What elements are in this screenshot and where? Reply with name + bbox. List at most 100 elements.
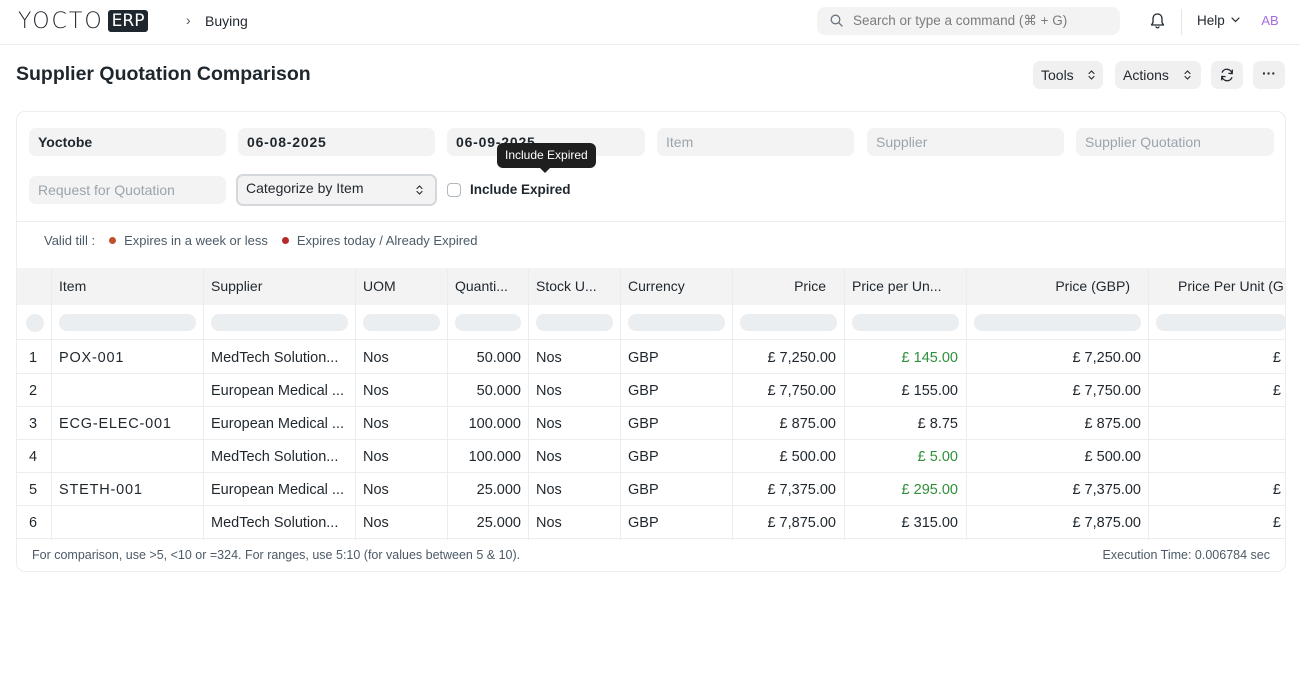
app-logo[interactable]: YOCTO ERP	[18, 8, 149, 34]
item-filter[interactable]: Item	[657, 128, 854, 156]
currency-cell: GBP	[628, 515, 659, 531]
stock-uom-column-filter[interactable]	[536, 314, 613, 331]
item-cell[interactable]: POX-001	[59, 341, 199, 374]
price-gbp-cell: £ 7,250.00	[1072, 350, 1141, 366]
table-row[interactable]: 4 MedTech Solution... Nos 100.000 Nos GB…	[17, 440, 1286, 473]
sort-arrows-icon	[1088, 70, 1095, 80]
column-header-currency[interactable]: Currency	[628, 268, 728, 305]
supplier-cell[interactable]: MedTech Solution...	[211, 506, 351, 539]
table-row[interactable]: 2 European Medical ... Nos 50.000 Nos GB…	[17, 374, 1285, 407]
week-indicator-dot	[109, 237, 117, 244]
supplier-filter[interactable]: Supplier	[867, 128, 1064, 156]
column-header-price-gbp[interactable]: Price (GBP)	[967, 268, 1130, 305]
execution-time: Execution Time: 0.006784 sec	[1102, 548, 1270, 562]
quantity-cell: 100.000	[468, 416, 521, 432]
supplier-cell[interactable]: MedTech Solution...	[211, 440, 351, 473]
price-per-unit-gbp-cell: £	[1148, 440, 1286, 473]
price-per-unit-column-filter[interactable]	[852, 314, 959, 331]
currency-column-filter[interactable]	[628, 314, 725, 331]
item-cell[interactable]: STETH-001	[59, 473, 199, 506]
chevron-down-icon[interactable]	[1231, 17, 1240, 23]
table-row[interactable]: 6 MedTech Solution... Nos 25.000 Nos GBP…	[17, 506, 1285, 539]
column-header-quantity[interactable]: Quanti...	[455, 268, 529, 305]
validity-legend: Valid till : Expires in a week or less E…	[44, 233, 478, 248]
search-placeholder: Search or type a command (⌘ + G)	[853, 13, 1068, 28]
uom-cell: Nos	[363, 449, 389, 465]
logo-text: YOCTO	[18, 8, 104, 34]
currency-cell: GBP	[628, 350, 659, 366]
from-date-filter[interactable]: 06-08-2025	[238, 128, 435, 156]
price-cell: £ 875.00	[779, 416, 836, 432]
table-row[interactable]: 5 STETH-001 European Medical ... Nos 25.…	[17, 473, 1285, 506]
price-per-unit-gbp-cell: £ 2	[1148, 473, 1285, 506]
search-input[interactable]: Search or type a command (⌘ + G)	[817, 7, 1120, 35]
price-per-unit-gbp-value: £ 1	[1272, 350, 1285, 366]
column-header-supplier[interactable]: Supplier	[211, 268, 351, 305]
stock-uom-cell: Nos	[536, 449, 562, 465]
legend-expired-label: Expires today / Already Expired	[296, 233, 478, 248]
price-gbp-cell: £ 7,750.00	[1072, 383, 1141, 399]
table-row[interactable]: 1 POX-001 MedTech Solution... Nos 50.000…	[17, 341, 1285, 374]
tools-button[interactable]: Tools	[1033, 61, 1103, 89]
supplier-cell[interactable]: European Medical ...	[211, 407, 351, 440]
search-icon	[830, 14, 843, 27]
item-column-filter[interactable]	[59, 314, 196, 331]
item-cell[interactable]	[59, 506, 199, 539]
column-header-uom[interactable]: UOM	[363, 268, 443, 305]
company-filter[interactable]: Yoctobe	[29, 128, 226, 156]
tools-label: Tools	[1041, 67, 1074, 83]
supplier-column-filter[interactable]	[211, 314, 348, 331]
refresh-button[interactable]	[1211, 61, 1243, 89]
include-expired-toggle[interactable]: Include Expired	[447, 182, 571, 197]
uom-column-filter[interactable]	[363, 314, 440, 331]
column-header-price[interactable]: Price	[733, 268, 826, 305]
price-per-unit-gbp-value: £	[1285, 416, 1286, 432]
report-card: Yoctobe 06-08-2025 06-09-2025 Item Suppl…	[16, 111, 1286, 572]
column-header-price-per-unit[interactable]: Price per Un...	[852, 268, 962, 305]
price-per-unit-gbp-column-filter[interactable]	[1156, 314, 1285, 331]
supplier-cell[interactable]: MedTech Solution...	[211, 341, 351, 374]
price-gbp-cell: £ 875.00	[1084, 416, 1141, 432]
price-per-unit-gbp-cell: £	[1148, 407, 1286, 440]
price-column-filter[interactable]	[740, 314, 837, 331]
from-date-value: 06-08-2025	[247, 134, 327, 150]
quantity-column-filter[interactable]	[455, 314, 521, 331]
navbar: YOCTO ERP › Buying Search or type a comm…	[0, 0, 1300, 45]
column-header-price-per-unit-gbp[interactable]: Price Per Unit (G	[1178, 268, 1285, 305]
price-per-unit-cell: £ 295.00	[901, 482, 958, 498]
item-filter-placeholder: Item	[666, 134, 694, 150]
breadcrumb-buying[interactable]: Buying	[205, 13, 248, 29]
supplier-quotation-filter[interactable]: Supplier Quotation	[1076, 128, 1274, 156]
item-cell[interactable]	[59, 374, 199, 407]
more-options-button[interactable]: ···	[1253, 61, 1285, 89]
price-per-unit-gbp-value: £ 2	[1272, 482, 1285, 498]
uom-cell: Nos	[363, 416, 389, 432]
price-gbp-column-filter[interactable]	[974, 314, 1141, 331]
quantity-cell: 100.000	[468, 449, 521, 465]
page-title: Supplier Quotation Comparison	[16, 63, 311, 85]
stock-uom-cell: Nos	[536, 350, 562, 366]
include-expired-checkbox[interactable]	[447, 182, 461, 197]
row-number: 5	[29, 482, 38, 498]
item-cell[interactable]: ECG-ELEC-001	[59, 407, 199, 440]
legend-prefix: Valid till :	[44, 233, 96, 248]
rfq-filter[interactable]: Request for Quotation	[29, 176, 226, 204]
categorize-select[interactable]: Categorize by Item	[236, 174, 437, 206]
user-avatar[interactable]: AB	[1257, 9, 1283, 33]
help-menu[interactable]: Help	[1197, 13, 1225, 28]
refresh-icon	[1221, 68, 1233, 82]
supplier-cell[interactable]: European Medical ...	[211, 374, 351, 407]
table-row[interactable]: 3 ECG-ELEC-001 European Medical ... Nos …	[17, 407, 1286, 440]
column-header-item[interactable]: Item	[59, 268, 199, 305]
row-filter-toggle[interactable]	[26, 314, 44, 332]
actions-button[interactable]: Actions	[1115, 61, 1201, 89]
supplier-cell[interactable]: European Medical ...	[211, 473, 351, 506]
item-cell[interactable]	[59, 440, 199, 473]
notification-bell-icon[interactable]	[1149, 12, 1166, 30]
stock-uom-cell: Nos	[536, 482, 562, 498]
price-cell: £ 7,750.00	[767, 383, 836, 399]
uom-cell: Nos	[363, 482, 389, 498]
uom-cell: Nos	[363, 383, 389, 399]
column-header-stock-uom[interactable]: Stock U...	[536, 268, 620, 305]
select-arrows-icon	[416, 185, 423, 195]
